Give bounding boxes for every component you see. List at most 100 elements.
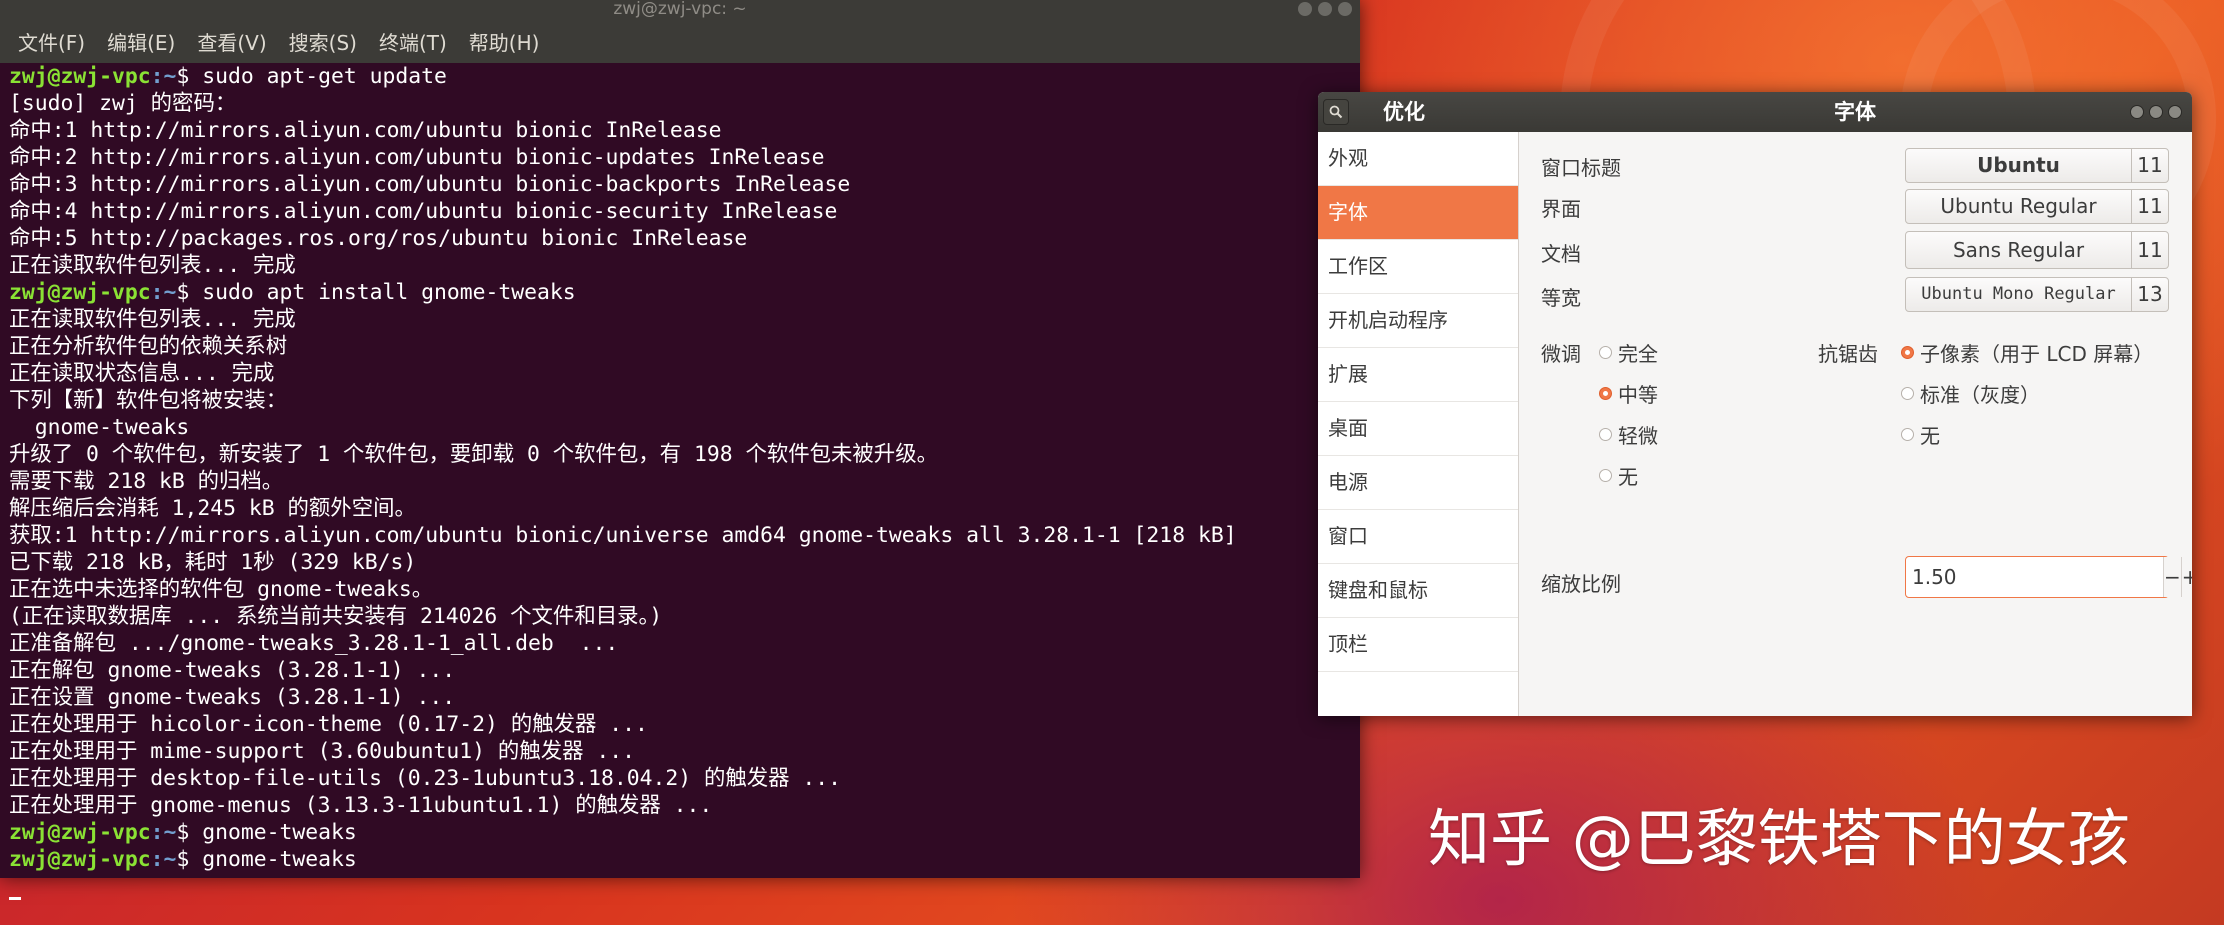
output-text: 命中:5 http://packages.ros.org/ros/ubuntu …	[9, 226, 748, 251]
output-text: (正在读取数据库 ... 系统当前共安装有 214026 个文件和目录。)	[9, 604, 663, 629]
hinting-label: 微调	[1541, 342, 1581, 366]
antialiasing-standard-label: 标准（灰度）	[1920, 383, 2040, 407]
tweaks-window[interactable]: 优化 字体 外观 字体 工作区 开机启动程序 扩展 桌面 电源 窗口 键盘和鼠标 顶栏 窗口标题 …	[1318, 92, 2192, 716]
menu-help[interactable]: 帮助(H)	[465, 27, 544, 56]
hinting-none-radio[interactable]: 无	[1599, 461, 1638, 490]
command-text: gnome-tweaks	[202, 820, 357, 845]
scaling-label: 缩放比例	[1541, 572, 1621, 596]
output-text: 正在处理用于 desktop-file-utils (0.23-1ubuntu3…	[9, 766, 842, 791]
terminal-line: 正在读取软件包列表... 完成	[9, 252, 1360, 279]
menu-terminal[interactable]: 终端(T)	[375, 27, 451, 56]
terminal-line: zwj@zwj-vpc:~$ sudo apt-get update	[9, 63, 1360, 90]
terminal-line: 解压缩后会消耗 1,245 kB 的额外空间。	[9, 495, 1360, 522]
prompt-path: :~	[150, 847, 177, 872]
terminal-line: 命中:5 http://packages.ros.org/ros/ubuntu …	[9, 225, 1360, 252]
terminal-line: zwj@zwj-vpc:~$ gnome-tweaks	[9, 819, 1360, 846]
output-text: 命中:3 http://mirrors.aliyun.com/ubuntu bi…	[9, 172, 851, 197]
terminal-line: 正在解包 gnome-tweaks (3.28.1-1) ...	[9, 657, 1360, 684]
window-title-font-button[interactable]: Ubuntu 11	[1905, 148, 2169, 183]
terminal-window[interactable]: zwj@zwj-vpc: ~ 文件(F) 编辑(E) 查看(V) 搜索(S) 终…	[0, 0, 1360, 900]
prompt-symbol: $	[176, 280, 203, 305]
terminal-line: 升级了 0 个软件包，新安装了 1 个软件包，要卸载 0 个软件包，有 198 …	[9, 441, 1360, 468]
output-text: 正在处理用于 mime-support (3.60ubuntu1) 的触发器 .…	[9, 739, 636, 764]
output-text: 命中:2 http://mirrors.aliyun.com/ubuntu bi…	[9, 145, 825, 170]
watermark: 知乎 @巴黎铁塔下的女孩	[1428, 802, 2130, 875]
prompt-user: zwj@zwj-vpc	[9, 820, 151, 845]
sidebar-item[interactable]: 扩展	[1318, 348, 1518, 402]
hinting-medium-radio[interactable]: 中等	[1599, 379, 1658, 408]
output-text: 正在处理用于 hicolor-icon-theme (0.17-2) 的触发器 …	[9, 712, 648, 737]
antialiasing-none-radio[interactable]: 无	[1901, 420, 1940, 449]
window-title-font-name: Ubuntu	[1977, 153, 2060, 177]
tweaks-headerbar[interactable]: 优化 字体	[1318, 92, 2192, 132]
terminal-line: [sudo] zwj 的密码：	[9, 90, 1360, 117]
terminal-line: 需要下载 218 kB 的归档。	[9, 468, 1360, 495]
document-font-button[interactable]: Sans Regular 11	[1905, 231, 2169, 269]
output-text: gnome-tweaks	[9, 415, 190, 440]
terminal-line: 正在设置 gnome-tweaks (3.28.1-1) ...	[9, 684, 1360, 711]
minimize-icon[interactable]	[1298, 2, 1312, 16]
output-text: 正在分析软件包的依赖关系树	[9, 334, 288, 359]
output-text: [sudo] zwj 的密码：	[9, 91, 237, 116]
interface-font-size: 11	[2131, 190, 2168, 223]
maximize-icon[interactable]	[1318, 2, 1332, 16]
scaling-factor-input[interactable]	[1906, 557, 2163, 597]
decrease-button[interactable]: −	[2163, 557, 2181, 597]
hinting-none-label: 无	[1618, 465, 1638, 489]
terminal-line: 已下载 218 kB，耗时 1秒 (329 kB/s)	[9, 549, 1360, 576]
sidebar-item[interactable]: 开机启动程序	[1318, 294, 1518, 348]
document-font-name: Sans Regular	[1952, 238, 2085, 262]
window-title-font-size: 11	[2131, 149, 2168, 182]
output-text: 正在设置 gnome-tweaks (3.28.1-1) ...	[9, 685, 456, 710]
radio-indicator-selected	[1599, 387, 1612, 400]
sidebar-item[interactable]: 键盘和鼠标	[1318, 564, 1518, 618]
increase-button[interactable]: +	[2180, 557, 2192, 597]
terminal-line: 命中:2 http://mirrors.aliyun.com/ubuntu bi…	[9, 144, 1360, 171]
sidebar-item[interactable]: 工作区	[1318, 240, 1518, 294]
sidebar-item[interactable]: 桌面	[1318, 402, 1518, 456]
search-button[interactable]	[1323, 99, 1349, 125]
menu-edit[interactable]: 编辑(E)	[103, 27, 179, 56]
interface-font-button[interactable]: Ubuntu Regular 11	[1905, 189, 2169, 224]
menu-view[interactable]: 查看(V)	[193, 27, 270, 56]
terminal-line: zwj@zwj-vpc:~$ sudo apt install gnome-tw…	[9, 279, 1360, 306]
interface-font-name: Ubuntu Regular	[1940, 194, 2097, 218]
sidebar-item[interactable]: 字体	[1318, 186, 1518, 240]
close-icon[interactable]	[1338, 2, 1352, 16]
terminal-titlebar[interactable]: zwj@zwj-vpc: ~	[0, 0, 1360, 20]
antialiasing-subpixel-label: 子像素（用于 LCD 屏幕）	[1920, 342, 2154, 366]
page-title: 字体	[1834, 100, 1876, 124]
sidebar-item[interactable]: 顶栏	[1318, 618, 1518, 672]
terminal-line: 获取:1 http://mirrors.aliyun.com/ubuntu bi…	[9, 522, 1360, 549]
command-text: sudo apt install gnome-tweaks	[202, 280, 576, 305]
hinting-slight-radio[interactable]: 轻微	[1599, 420, 1658, 449]
terminal-output[interactable]: zwj@zwj-vpc:~$ sudo apt-get update [sudo]…	[0, 63, 1360, 900]
sidebar-item[interactable]: 窗口	[1318, 510, 1518, 564]
antialiasing-subpixel-radio[interactable]: 子像素（用于 LCD 屏幕）	[1901, 338, 2153, 367]
terminal-line: 命中:1 http://mirrors.aliyun.com/ubuntu bi…	[9, 117, 1360, 144]
sidebar-item[interactable]: 电源	[1318, 456, 1518, 510]
terminal-line: 正在处理用于 hicolor-icon-theme (0.17-2) 的触发器 …	[9, 711, 1360, 738]
radio-indicator	[1901, 428, 1914, 441]
terminal-line: 正在读取状态信息... 完成	[9, 360, 1360, 387]
sidebar-item[interactable]: 外观	[1318, 132, 1518, 186]
output-text: 正准备解包 .../gnome-tweaks_3.28.1-1_all.deb …	[9, 631, 619, 656]
terminal-line: 正在处理用于 mime-support (3.60ubuntu1) 的触发器 .…	[9, 738, 1360, 765]
prompt-path: :~	[150, 64, 177, 89]
prompt-path: :~	[150, 820, 177, 845]
prompt-user: zwj@zwj-vpc	[9, 280, 151, 305]
minimize-icon[interactable]	[2130, 105, 2144, 119]
antialiasing-standard-radio[interactable]: 标准（灰度）	[1901, 379, 2040, 408]
command-text: sudo apt-get update	[202, 64, 447, 89]
output-text: 正在读取软件包列表... 完成	[9, 307, 296, 332]
close-icon[interactable]	[2168, 105, 2182, 119]
prompt-symbol: $	[176, 847, 203, 872]
menu-search[interactable]: 搜索(S)	[285, 27, 361, 56]
menu-file[interactable]: 文件(F)	[14, 27, 89, 56]
maximize-icon[interactable]	[2149, 105, 2163, 119]
monospace-font-button[interactable]: Ubuntu Mono Regular 13	[1905, 277, 2169, 312]
prompt-user: zwj@zwj-vpc	[9, 847, 151, 872]
hinting-full-radio[interactable]: 完全	[1599, 338, 1658, 367]
terminal-cursor-line	[9, 873, 1360, 900]
terminal-menubar: 文件(F) 编辑(E) 查看(V) 搜索(S) 终端(T) 帮助(H)	[0, 20, 1360, 63]
